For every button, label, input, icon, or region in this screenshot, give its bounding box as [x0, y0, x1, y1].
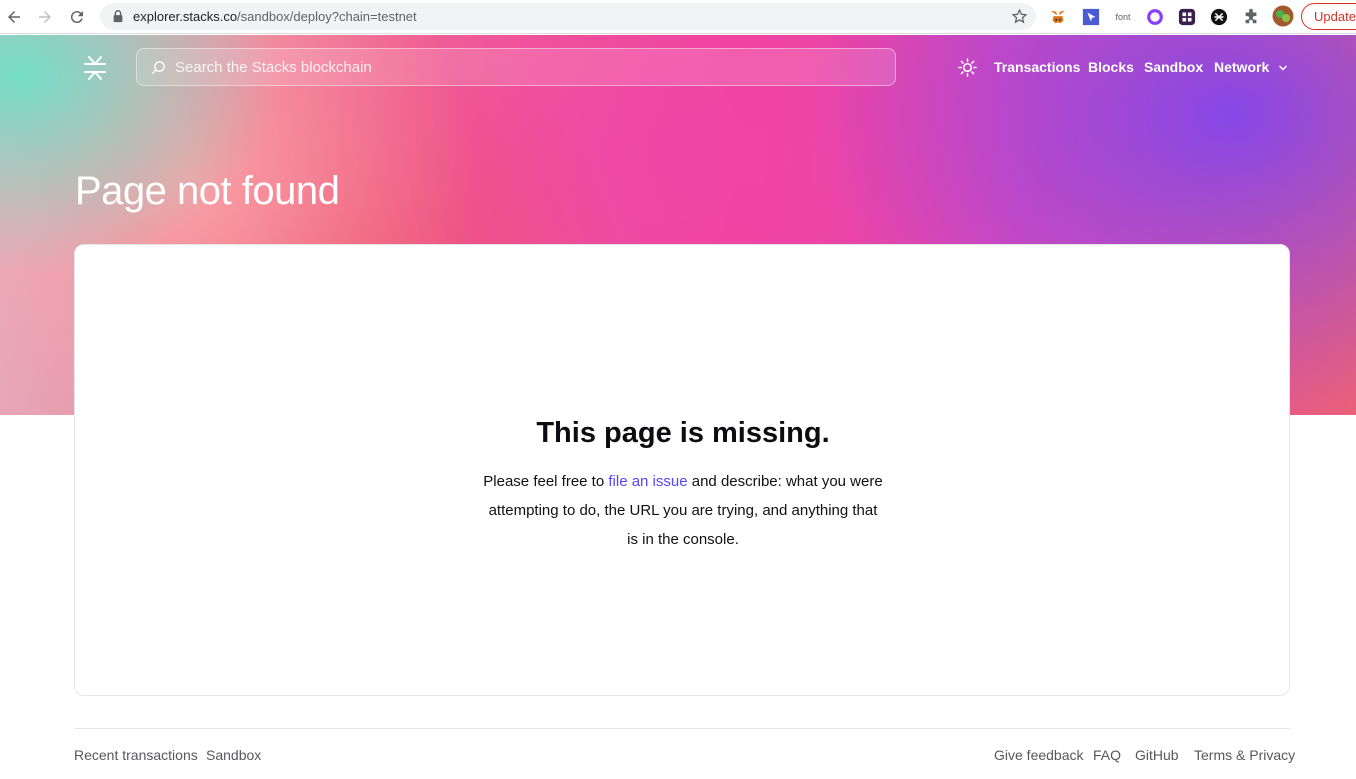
extension-cursor-icon[interactable]	[1081, 7, 1101, 27]
nav-blocks[interactable]: Blocks	[1088, 59, 1134, 75]
reload-button[interactable]	[65, 5, 89, 29]
page-title: Page not found	[75, 169, 340, 213]
url-host: explorer.stacks.co	[133, 9, 238, 24]
browser-toolbar: explorer.stacks.co/sandbox/deploy?chain=…	[0, 0, 1356, 34]
update-button[interactable]: Update	[1301, 3, 1356, 30]
metamask-extension-icon[interactable]	[1048, 7, 1068, 27]
search-input[interactable]	[175, 49, 875, 85]
url-path: /sandbox/deploy?chain=testnet	[237, 9, 417, 24]
arrow-right-icon	[39, 11, 51, 23]
font-extension-icon[interactable]: font	[1113, 7, 1133, 27]
lock-icon	[113, 10, 123, 23]
nav-sandbox[interactable]: Sandbox	[1144, 59, 1203, 75]
stacks-logo-icon[interactable]	[82, 55, 108, 81]
puzzle-extensions-icon[interactable]	[1241, 7, 1261, 27]
footer-sandbox-link[interactable]: Sandbox	[206, 747, 261, 763]
file-issue-link[interactable]: file an issue	[608, 473, 687, 490]
forward-button[interactable]	[33, 5, 57, 29]
footer-faq-link[interactable]: FAQ	[1093, 747, 1121, 763]
nav-network[interactable]: Network	[1214, 59, 1269, 75]
chevron-down-icon[interactable]	[1278, 63, 1288, 73]
theme-toggle-sun-icon[interactable]	[958, 58, 977, 77]
url-text: explorer.stacks.co/sandbox/deploy?chain=…	[133, 9, 417, 24]
back-button[interactable]	[2, 5, 26, 29]
search-bar[interactable]	[136, 48, 896, 86]
footer-divider	[74, 728, 1290, 729]
stacks-wallet-extension-icon[interactable]	[1209, 7, 1229, 27]
extension-grid-icon[interactable]	[1177, 7, 1197, 27]
card-heading: This page is missing.	[536, 417, 830, 449]
footer-terms-privacy-link[interactable]: Terms & Privacy	[1194, 747, 1295, 763]
not-found-card: This page is missing. Please feel free t…	[74, 244, 1290, 696]
nav-transactions[interactable]: Transactions	[994, 59, 1080, 75]
search-icon	[151, 61, 165, 75]
footer-recent-transactions-link[interactable]: Recent transactions	[74, 747, 198, 763]
reload-icon	[70, 11, 83, 24]
profile-avatar[interactable]	[1272, 5, 1294, 27]
extension-ring-icon[interactable]	[1145, 7, 1165, 27]
address-bar[interactable]: explorer.stacks.co/sandbox/deploy?chain=…	[100, 3, 1036, 30]
footer-give-feedback-link[interactable]: Give feedback	[994, 747, 1084, 763]
arrow-left-icon	[8, 11, 20, 23]
bookmark-star-icon[interactable]	[1011, 8, 1028, 25]
footer-github-link[interactable]: GitHub	[1135, 747, 1179, 763]
card-message: Please feel free to file an issue and de…	[483, 473, 883, 548]
